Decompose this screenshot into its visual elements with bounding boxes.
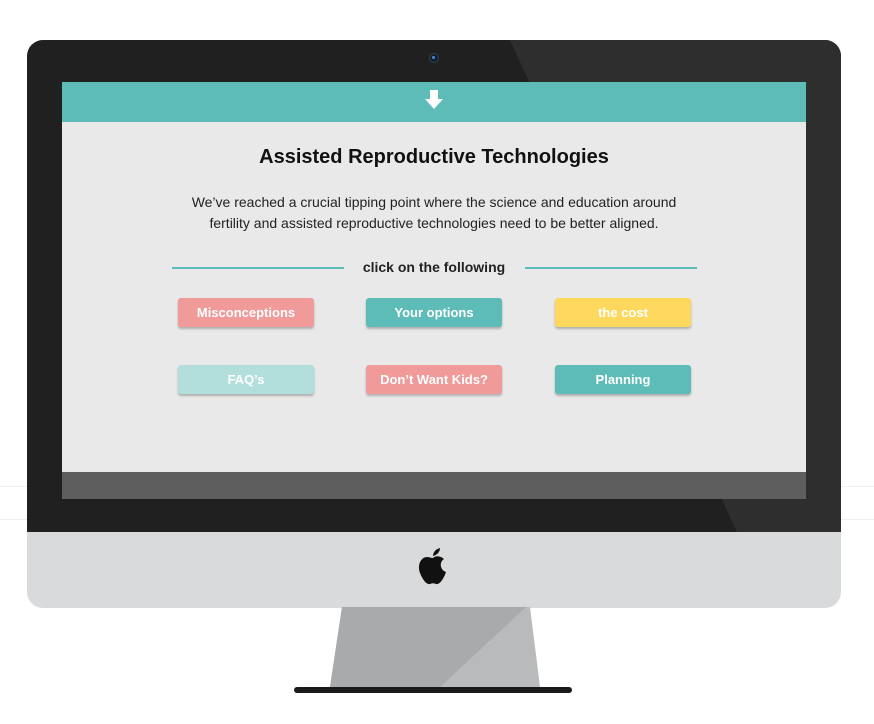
planning-button[interactable]: Planning: [555, 365, 691, 394]
faqs-button[interactable]: FAQ’s: [178, 365, 314, 394]
camera-icon: [429, 53, 439, 63]
dont-want-kids-button[interactable]: Don’t Want Kids?: [366, 365, 502, 394]
apple-logo-icon: [418, 548, 446, 585]
misconceptions-button[interactable]: Misconceptions: [178, 298, 314, 327]
imac-stand: [294, 607, 572, 693]
top-bar: [62, 82, 806, 122]
the-cost-button[interactable]: the cost: [555, 298, 691, 327]
divider-line-right: [525, 267, 697, 269]
imac-bezel: Assisted Reproductive Technologies We’ve…: [27, 40, 841, 532]
imac-chin: [27, 532, 841, 608]
divider-line-left: [172, 267, 344, 269]
divider-text: click on the following: [362, 259, 506, 275]
page-description: We’ve reached a crucial tipping point wh…: [191, 194, 677, 231]
down-arrow-icon[interactable]: [425, 90, 443, 110]
screen-bottom-bar: [62, 472, 806, 499]
page-title: Assisted Reproductive Technologies: [259, 146, 609, 168]
your-options-button[interactable]: Your options: [366, 298, 502, 327]
screen: Assisted Reproductive Technologies We’ve…: [62, 82, 806, 499]
